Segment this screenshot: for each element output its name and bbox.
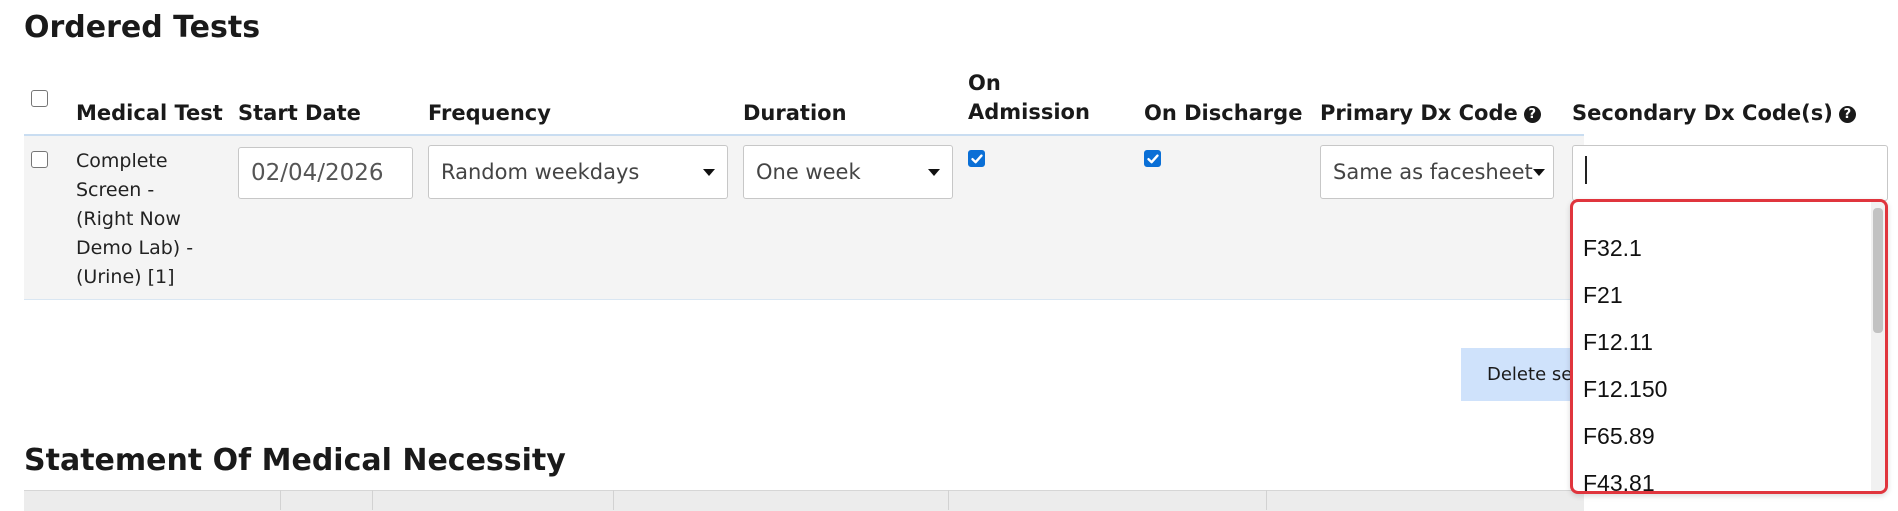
dropdown-scrollbar[interactable] xyxy=(1871,202,1885,491)
header-duration: Duration xyxy=(743,101,847,125)
start-date-input[interactable] xyxy=(238,147,413,199)
on-admission-checkbox[interactable] xyxy=(968,150,985,167)
primary-dx-select[interactable]: Same as facesheet xyxy=(1320,145,1554,199)
check-icon xyxy=(970,153,983,163)
help-icon[interactable]: ? xyxy=(1523,105,1541,123)
secondary-dx-input[interactable] xyxy=(1572,145,1888,201)
header-on-discharge: On Discharge xyxy=(1144,101,1303,125)
medical-test-line: Complete xyxy=(76,150,168,172)
dropdown-option[interactable]: F12.150 xyxy=(1573,366,1885,413)
row-select-checkbox[interactable] xyxy=(31,151,48,168)
on-discharge-checkbox[interactable] xyxy=(1144,150,1161,167)
frequency-value: Random weekdays xyxy=(441,160,640,184)
medical-test-line: Screen - xyxy=(76,179,155,201)
text-cursor xyxy=(1585,156,1587,184)
statement-table-header xyxy=(24,490,1584,511)
header-primary-dx: Primary Dx Code? xyxy=(1320,99,1541,128)
header-start-date: Start Date xyxy=(238,101,361,125)
select-all-checkbox[interactable] xyxy=(31,90,48,107)
header-secondary-dx-label: Secondary Dx Code(s) xyxy=(1572,101,1833,125)
scrollbar-thumb[interactable] xyxy=(1873,208,1883,333)
frequency-select[interactable]: Random weekdays xyxy=(428,145,728,199)
dropdown-option[interactable]: F21 xyxy=(1573,272,1885,319)
secondary-dx-dropdown[interactable]: F32.1 F21 F12.11 F12.150 F65.89 F43.81 xyxy=(1570,199,1888,494)
header-primary-dx-label: Primary Dx Code xyxy=(1320,101,1518,125)
medical-test-line: (Urine) [1] xyxy=(76,266,175,288)
check-icon xyxy=(1146,153,1159,163)
header-medical-test: Medical Test xyxy=(76,101,223,125)
primary-dx-value: Same as facesheet xyxy=(1333,160,1533,184)
help-icon[interactable]: ? xyxy=(1838,105,1856,123)
header-on-admission: On Admission xyxy=(968,69,1090,127)
column-divider xyxy=(280,490,281,510)
header-frequency: Frequency xyxy=(428,101,551,125)
column-divider xyxy=(948,490,949,510)
medical-test-line: Demo Lab) - xyxy=(76,237,194,259)
dropdown-option[interactable]: F65.89 xyxy=(1573,413,1885,460)
dropdown-option[interactable]: F32.1 xyxy=(1573,225,1885,272)
dropdown-option[interactable]: F12.11 xyxy=(1573,319,1885,366)
duration-select[interactable]: One week xyxy=(743,145,953,199)
column-divider xyxy=(1266,490,1267,510)
column-divider xyxy=(613,490,614,510)
duration-value: One week xyxy=(756,160,861,184)
dropdown-option[interactable]: F43.81 xyxy=(1573,460,1885,491)
caret-down-icon xyxy=(703,168,715,176)
medical-test-name: Complete Screen - (Right Now Demo Lab) -… xyxy=(76,147,193,292)
header-secondary-dx: Secondary Dx Code(s)? xyxy=(1572,99,1856,128)
header-on-admission-line2: Admission xyxy=(968,100,1090,124)
section-title-statement: Statement Of Medical Necessity xyxy=(24,443,566,478)
header-on-admission-line1: On xyxy=(968,71,1001,95)
delete-selected-label: Delete se xyxy=(1487,364,1573,385)
column-divider xyxy=(372,490,373,510)
page-title: Ordered Tests xyxy=(24,10,261,45)
caret-down-icon xyxy=(1533,168,1545,176)
caret-down-icon xyxy=(928,168,940,176)
medical-test-line: (Right Now xyxy=(76,208,181,230)
